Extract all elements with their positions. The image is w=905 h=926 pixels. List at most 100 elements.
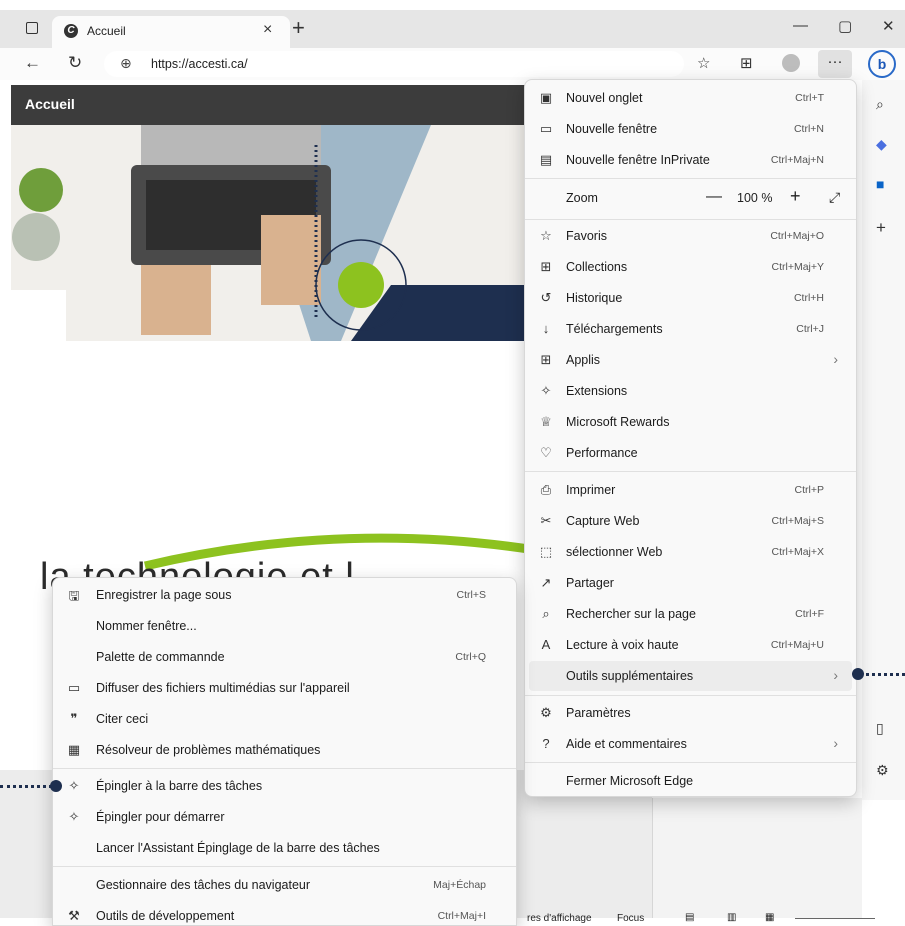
zoom-out-button[interactable]: — xyxy=(706,188,722,206)
menu-item-label: Diffuser des fichiers multimédias sur l'… xyxy=(96,681,350,695)
settings-more-button[interactable]: ··· xyxy=(818,50,852,78)
downloads-icon: ↓ xyxy=(542,321,550,336)
menu-item-new-window[interactable]: ▭ Nouvelle fenêtre Ctrl+N xyxy=(529,114,852,144)
outlook-icon[interactable]: ■ xyxy=(876,176,884,192)
print-layout-icon[interactable]: ▥ xyxy=(727,912,736,923)
menu-item-print[interactable]: ⎙ Imprimer Ctrl+P xyxy=(529,475,852,505)
submenu-item-cite[interactable]: ❞ Citer ceci xyxy=(57,704,512,734)
menu-item-history[interactable]: ↺ Historique Ctrl+H xyxy=(529,283,852,313)
menu-item-shortcut: Ctrl+F xyxy=(795,608,824,620)
status-focus[interactable]: Focus xyxy=(617,913,644,924)
rewards-icon: ♕ xyxy=(540,414,552,429)
callout-line-more-tools xyxy=(866,673,905,676)
menu-divider xyxy=(53,768,516,769)
close-window-button[interactable]: ✕ xyxy=(882,17,895,35)
menu-item-performance[interactable]: ♡ Performance xyxy=(529,438,852,468)
search-icon[interactable]: ⌕ xyxy=(876,96,884,113)
menu-item-label: Imprimer xyxy=(566,483,616,497)
menu-item-find[interactable]: ⌕ Rechercher sur la page Ctrl+F xyxy=(529,599,852,629)
menu-item-label: Lancer l'Assistant Épinglage de la barre… xyxy=(96,841,380,855)
history-icon: ↺ xyxy=(540,290,552,305)
submenu-item-pin-taskbar[interactable]: ✧ Épingler à la barre des tâches xyxy=(57,771,512,801)
tab-strip: C Accueil × + — ▢ ✕ xyxy=(0,10,905,48)
submenu-item-save-page[interactable]: 🖫 Enregistrer la page sous Ctrl+S xyxy=(57,580,512,610)
menu-item-more-tools[interactable]: Outils supplémentaires › xyxy=(529,661,852,691)
submenu-item-math-solver[interactable]: ▦ Résolveur de problèmes mathématiques xyxy=(57,735,512,765)
new-tab-icon: ▣ xyxy=(539,90,553,105)
menu-item-inprivate[interactable]: ▤ Nouvelle fenêtre InPrivate Ctrl+Maj+N xyxy=(529,145,852,175)
tab-close-icon[interactable]: × xyxy=(263,21,272,39)
add-sidebar-app-icon[interactable]: + xyxy=(876,218,886,238)
new-window-icon: ▭ xyxy=(539,121,553,136)
print-icon: ⎙ xyxy=(540,482,552,497)
page-title[interactable]: Accueil xyxy=(25,96,75,112)
more-tools-submenu: 🖫 Enregistrer la page sous Ctrl+S Nommer… xyxy=(52,577,517,926)
menu-item-favorites[interactable]: ☆ Favoris Ctrl+Maj+O xyxy=(529,221,852,251)
tab-actions-icon[interactable] xyxy=(26,22,38,34)
menu-item-label: Aide et commentaires xyxy=(566,737,687,751)
add-favorite-icon[interactable]: ☆ xyxy=(697,54,710,72)
devtools-icon: ⚒ xyxy=(68,908,80,923)
menu-item-read-aloud[interactable]: A Lecture à voix haute Ctrl+Maj+U xyxy=(529,630,852,660)
menu-item-shortcut: Ctrl+Maj+X xyxy=(771,546,824,558)
menu-item-share[interactable]: ↗ Partager xyxy=(529,568,852,598)
collections-icon[interactable]: ⊞ xyxy=(740,54,753,72)
new-tab-button[interactable]: + xyxy=(292,15,305,41)
chevron-right-icon: › xyxy=(833,735,838,751)
menu-item-label: Citer ceci xyxy=(96,712,149,726)
submenu-item-cast-media[interactable]: ▭ Diffuser des fichiers multimédias sur … xyxy=(57,673,512,703)
menu-divider xyxy=(525,219,856,220)
menu-item-shortcut: Ctrl+Maj+I xyxy=(437,910,486,922)
url-text[interactable]: https://accesti.ca/ xyxy=(151,57,248,71)
menu-item-extensions[interactable]: ✧ Extensions xyxy=(529,376,852,406)
submenu-item-command-palette[interactable]: Palette de commannde Ctrl+Q xyxy=(57,642,512,672)
zoom-slider[interactable] xyxy=(795,918,875,919)
refresh-icon[interactable]: ↻ xyxy=(68,53,82,73)
submenu-item-pin-start[interactable]: ✧ Épingler pour démarrer xyxy=(57,802,512,832)
menu-item-label: Nouvelle fenêtre xyxy=(566,122,658,136)
sidebar-toggle-icon[interactable]: ▯ xyxy=(876,720,884,737)
zoom-in-button[interactable]: + xyxy=(790,186,801,207)
menu-item-collections[interactable]: ⊞ Collections Ctrl+Maj+Y xyxy=(529,252,852,282)
menu-item-close-edge[interactable]: Fermer Microsoft Edge xyxy=(529,766,852,796)
page-side-area xyxy=(652,798,862,918)
menu-item-web-select[interactable]: ⬚ sélectionner Web Ctrl+Maj+X xyxy=(529,537,852,567)
tab-accueil[interactable]: C Accueil × xyxy=(52,16,290,48)
web-layout-icon[interactable]: ▦ xyxy=(765,912,774,923)
profile-avatar[interactable] xyxy=(782,54,800,72)
menu-item-label: Favoris xyxy=(566,229,607,243)
menu-item-settings[interactable]: ⚙ Paramètres xyxy=(529,698,852,728)
sidebar-settings-icon[interactable]: ⚙ xyxy=(876,762,889,779)
menu-item-downloads[interactable]: ↓ Téléchargements Ctrl+J xyxy=(529,314,852,344)
menu-item-shortcut: Ctrl+S xyxy=(456,589,486,601)
submenu-item-task-manager[interactable]: Gestionnaire des tâches du navigateur Ma… xyxy=(57,870,512,900)
menu-item-label: Résolveur de problèmes mathématiques xyxy=(96,743,321,757)
menu-item-shortcut: Ctrl+Q xyxy=(455,651,486,663)
copilot-icon[interactable]: ◆ xyxy=(876,136,887,153)
bing-copilot-button[interactable]: b xyxy=(868,50,896,78)
edge-sidebar: ⌕ ◆ ■ + ▯ ⚙ xyxy=(862,80,905,800)
menu-item-new-tab[interactable]: ▣ Nouvel onglet Ctrl+T xyxy=(529,83,852,113)
back-arrow-icon[interactable]: ← xyxy=(24,53,41,73)
menu-item-label: Collections xyxy=(566,260,628,274)
menu-item-label: Paramètres xyxy=(566,706,631,720)
menu-item-web-capture[interactable]: ✂ Capture Web Ctrl+Maj+S xyxy=(529,506,852,536)
address-bar[interactable]: ⊕ https://accesti.ca/ xyxy=(104,51,684,77)
fullscreen-icon[interactable]: ⤢ xyxy=(829,189,840,206)
menu-item-apps[interactable]: ⊞ Applis › xyxy=(529,345,852,375)
callout-dot-pin-taskbar xyxy=(50,780,62,792)
menu-divider xyxy=(525,695,856,696)
page-view-icon[interactable]: ▤ xyxy=(685,912,694,923)
submenu-item-name-window[interactable]: Nommer fenêtre... xyxy=(57,611,512,641)
performance-icon: ♡ xyxy=(540,445,552,460)
minimize-button[interactable]: — xyxy=(793,17,808,34)
menu-item-rewards[interactable]: ♕ Microsoft Rewards xyxy=(529,407,852,437)
maximize-button[interactable]: ▢ xyxy=(838,17,852,35)
submenu-item-pin-assistant[interactable]: Lancer l'Assistant Épinglage de la barre… xyxy=(57,833,512,863)
menu-item-label: Enregistrer la page sous xyxy=(96,588,232,602)
menu-item-label: Fermer Microsoft Edge xyxy=(566,774,694,788)
submenu-item-devtools[interactable]: ⚒ Outils de développement Ctrl+Maj+I xyxy=(57,901,512,926)
menu-item-help[interactable]: ? Aide et commentaires › xyxy=(529,729,852,759)
menu-item-label: Partager xyxy=(566,576,614,590)
hero-illustration xyxy=(11,125,531,341)
